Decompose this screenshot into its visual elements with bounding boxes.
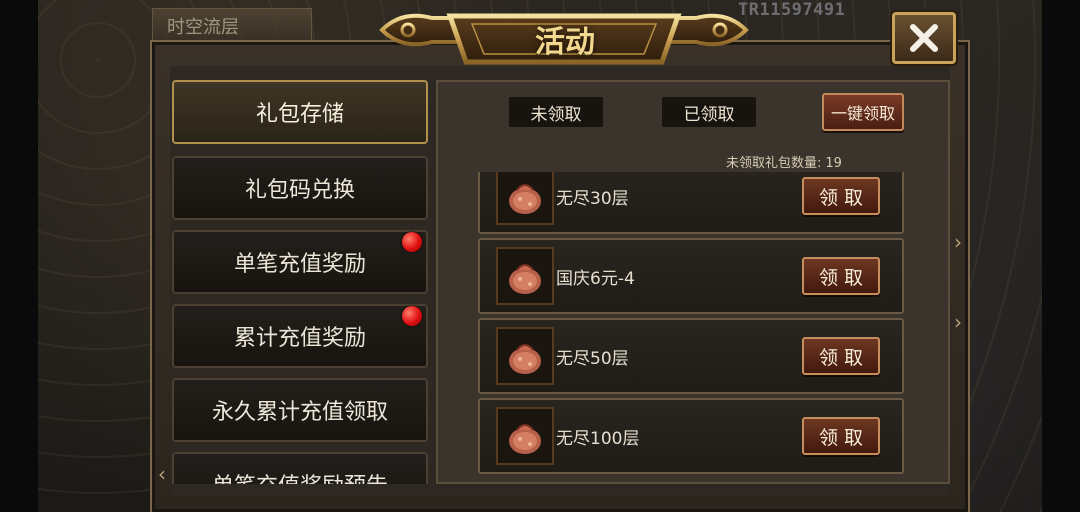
gift-bag-icon — [496, 247, 554, 305]
chevron-right-icon: › — [954, 230, 962, 254]
claim-all-button[interactable]: 一键领取 — [822, 93, 904, 131]
chevron-left-icon: ‹ — [158, 462, 166, 486]
gift-list[interactable]: 无尽30层 领 取 国庆6元-4 领 取 无尽50层 领 取 无尽100层 领 … — [478, 172, 904, 476]
gift-row: 无尽100层 领 取 — [478, 398, 904, 474]
claim-button[interactable]: 领 取 — [802, 257, 880, 295]
menu-item-gift-storage[interactable]: 礼包存储 — [172, 80, 428, 144]
gift-row: 无尽30层 领 取 — [478, 172, 904, 234]
gift-bag-icon — [496, 327, 554, 385]
menu-item-label: 礼包码兑换 — [244, 178, 355, 203]
gift-name: 无尽100层 — [556, 429, 640, 449]
gift-row: 国庆6元-4 领 取 — [478, 238, 904, 314]
menu-item-single-recharge-preview[interactable]: 单笔充值奖励预告 — [172, 452, 428, 484]
window-title: 活动 — [535, 25, 595, 60]
gift-name: 无尽30层 — [556, 189, 629, 209]
menu-item-gift-code[interactable]: 礼包码兑换 — [172, 156, 428, 220]
close-icon — [910, 24, 938, 52]
activity-category-menu: 礼包存储 礼包码兑换 单笔充值奖励 累计充值奖励 永久累计充值领取 单笔充值奖励… — [172, 80, 428, 484]
unclaimed-count-text: 未领取礼包数量: 19 — [726, 152, 842, 171]
screen-letterbox-left — [0, 0, 38, 512]
gift-bag-icon — [496, 407, 554, 465]
gift-name: 无尽50层 — [556, 349, 629, 369]
claim-button[interactable]: 领 取 — [802, 177, 880, 215]
notification-badge — [402, 306, 422, 326]
menu-item-single-recharge[interactable]: 单笔充值奖励 — [172, 230, 428, 294]
notification-badge — [402, 232, 422, 252]
gift-row: 无尽50层 领 取 — [478, 318, 904, 394]
background-stage-label: 时空流层 — [152, 8, 312, 42]
unclaimed-count-label: 未领取礼包数量: — [726, 156, 822, 171]
screen-letterbox-right — [1042, 0, 1080, 512]
menu-item-label: 累计充值奖励 — [233, 326, 366, 351]
tab-claimed[interactable]: 已领取 — [661, 96, 757, 128]
unclaimed-count-value: 19 — [825, 156, 842, 171]
claim-button[interactable]: 领 取 — [802, 337, 880, 375]
menu-item-permanent-cumulative[interactable]: 永久累计充值领取 — [172, 378, 428, 442]
claim-button[interactable]: 领 取 — [802, 417, 880, 455]
menu-item-label: 永久累计充值领取 — [211, 400, 388, 425]
gift-bag-icon — [496, 172, 554, 225]
menu-item-label: 礼包存储 — [255, 102, 344, 127]
menu-item-label: 单笔充值奖励 — [233, 252, 366, 277]
tab-unclaimed[interactable]: 未领取 — [508, 96, 604, 128]
chevron-right-icon: › — [954, 310, 962, 334]
close-button[interactable] — [892, 12, 956, 64]
menu-item-cumulative-recharge[interactable]: 累计充值奖励 — [172, 304, 428, 368]
menu-item-label: 单笔充值奖励预告 — [212, 468, 388, 484]
gift-name: 国庆6元-4 — [556, 269, 635, 289]
